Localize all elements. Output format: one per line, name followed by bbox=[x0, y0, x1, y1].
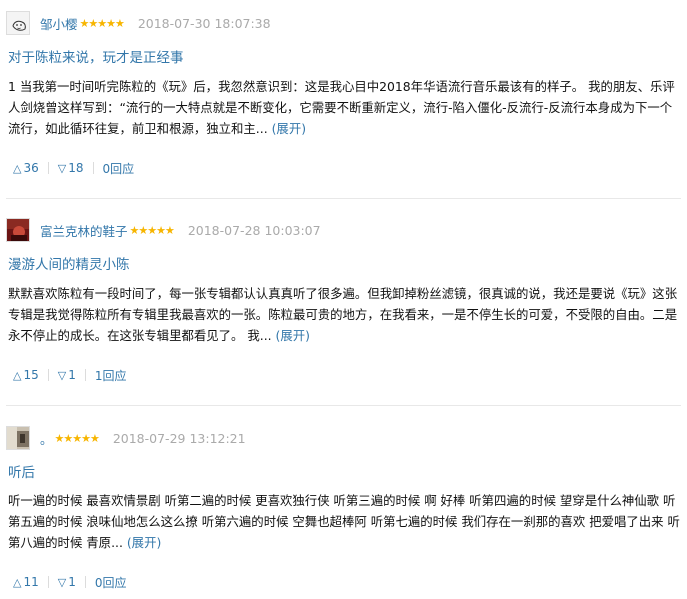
review-content: 默默喜欢陈粒有一段时间了，每一张专辑都认认真真听了很多遍。但我卸掉粉丝滤镜，很真… bbox=[8, 283, 682, 346]
avatar-image bbox=[7, 427, 29, 449]
upvote-count: 15 bbox=[23, 368, 39, 382]
rating-stars: ★★★★★ bbox=[54, 431, 100, 445]
reply-link[interactable]: 0回应 bbox=[98, 160, 140, 177]
avatar[interactable] bbox=[6, 426, 30, 450]
avatar[interactable] bbox=[6, 11, 30, 35]
review-content: 1 当我第一时间听完陈粒的《玩》后，我忽然意识到：这是我心目中2018年华语流行… bbox=[8, 76, 682, 139]
downvote-count: 1 bbox=[68, 575, 76, 589]
expand-link[interactable]: (展开) bbox=[276, 328, 310, 343]
review-header: 邹小樱 ★★★★★ 2018-07-30 18:07:38 bbox=[6, 10, 271, 36]
downvote-icon: ▽ bbox=[57, 575, 67, 589]
review-content: 听一遍的时候 最喜欢情景剧 听第二遍的时候 更喜欢独行侠 听第三遍的时候 啊 好… bbox=[8, 490, 682, 553]
reply-link[interactable]: 0回应 bbox=[90, 574, 132, 591]
upvote-icon: △ bbox=[13, 368, 22, 382]
divider bbox=[92, 162, 94, 174]
downvote-button[interactable]: ▽ 1 bbox=[53, 364, 81, 386]
downvote-icon: ▽ bbox=[57, 368, 67, 382]
divider bbox=[6, 405, 681, 406]
review-time: 2018-07-29 13:12:21 bbox=[112, 430, 246, 446]
downvote-button[interactable]: ▽ 18 bbox=[53, 157, 89, 179]
reply-link[interactable]: 1回应 bbox=[90, 367, 132, 384]
divider bbox=[47, 369, 49, 381]
divider bbox=[84, 576, 86, 588]
review-time: 2018-07-30 18:07:38 bbox=[137, 15, 271, 31]
upvote-count: 36 bbox=[23, 161, 39, 175]
divider bbox=[84, 369, 86, 381]
upvote-count: 11 bbox=[23, 575, 39, 589]
review-header: 。 ★★★★★ 2018-07-29 13:12:21 bbox=[6, 425, 246, 451]
username[interactable]: 邹小樱 bbox=[40, 14, 78, 33]
avatar-image bbox=[7, 219, 29, 241]
downvote-count: 18 bbox=[68, 161, 84, 175]
review-actions: △ 36 ▽ 18 0回应 bbox=[8, 157, 139, 179]
expand-link[interactable]: (展开) bbox=[127, 535, 161, 550]
review-text: 默默喜欢陈粒有一段时间了，每一张专辑都认认真真听了很多遍。但我卸掉粉丝滤镜，很真… bbox=[8, 286, 678, 343]
upvote-button[interactable]: △ 36 bbox=[8, 157, 44, 179]
review-actions: △ 11 ▽ 1 0回应 bbox=[8, 571, 132, 593]
downvote-icon: ▽ bbox=[57, 161, 67, 175]
avatar-image bbox=[7, 12, 29, 34]
divider bbox=[47, 576, 49, 588]
downvote-count: 1 bbox=[68, 368, 76, 382]
upvote-button[interactable]: △ 11 bbox=[8, 571, 44, 593]
review-text: 听一遍的时候 最喜欢情景剧 听第二遍的时候 更喜欢独行侠 听第三遍的时候 啊 好… bbox=[8, 493, 680, 550]
rating-stars: ★★★★★ bbox=[79, 16, 125, 30]
review-actions: △ 15 ▽ 1 1回应 bbox=[8, 364, 132, 386]
review-title[interactable]: 对于陈粒来说，玩才是正经事 bbox=[8, 46, 184, 66]
username[interactable]: 富兰克林的鞋子 bbox=[40, 221, 128, 240]
review-text: 1 当我第一时间听完陈粒的《玩》后，我忽然意识到：这是我心目中2018年华语流行… bbox=[8, 79, 675, 136]
review-header: 富兰克林的鞋子 ★★★★★ 2018-07-28 10:03:07 bbox=[6, 217, 321, 243]
expand-link[interactable]: (展开) bbox=[272, 121, 306, 136]
review-title[interactable]: 漫游人间的精灵小陈 bbox=[8, 253, 130, 273]
divider bbox=[47, 162, 49, 174]
divider bbox=[6, 198, 681, 199]
upvote-icon: △ bbox=[13, 161, 22, 175]
review-time: 2018-07-28 10:03:07 bbox=[187, 222, 321, 238]
avatar[interactable] bbox=[6, 218, 30, 242]
review-title[interactable]: 听后 bbox=[8, 461, 35, 481]
upvote-icon: △ bbox=[13, 575, 22, 589]
downvote-button[interactable]: ▽ 1 bbox=[53, 571, 81, 593]
username[interactable]: 。 bbox=[40, 429, 53, 448]
rating-stars: ★★★★★ bbox=[129, 223, 175, 237]
upvote-button[interactable]: △ 15 bbox=[8, 364, 44, 386]
